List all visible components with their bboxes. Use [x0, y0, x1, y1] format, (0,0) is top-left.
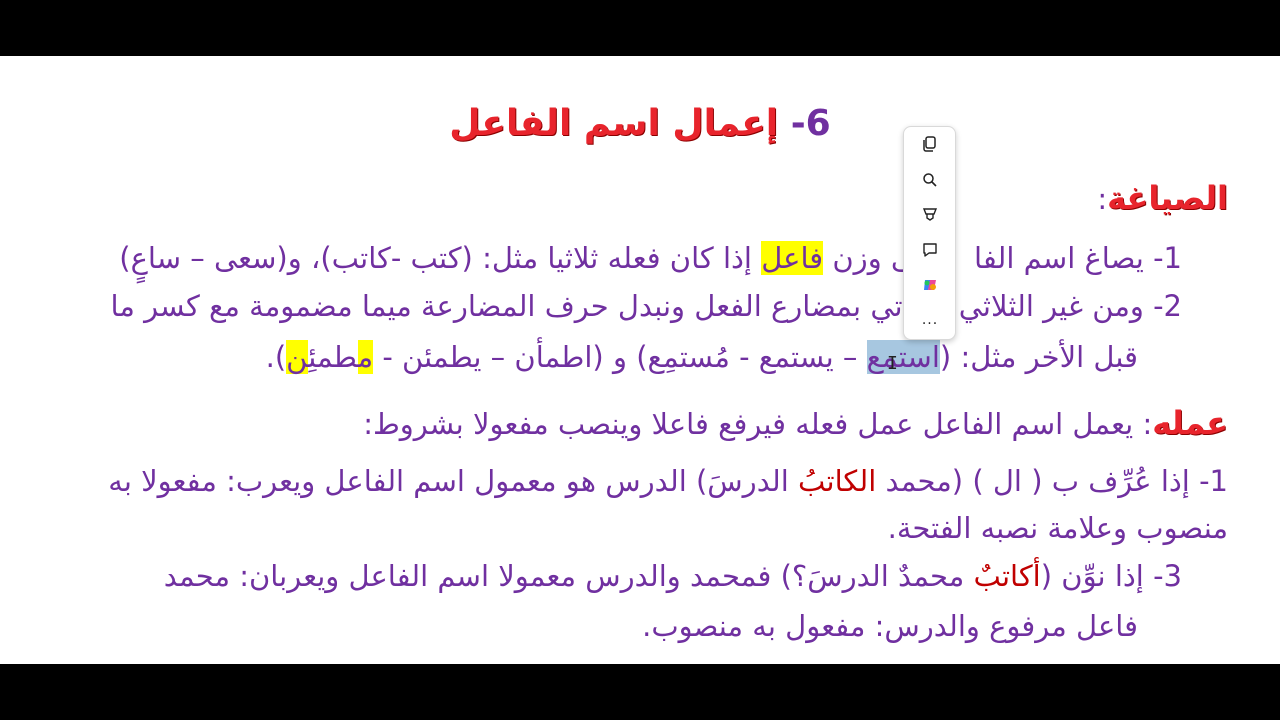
- text-line-7[interactable]: 3- إذا نوِّن (أكاتبٌ محمدٌ الدرسَ؟) فمحم…: [164, 556, 1182, 596]
- text-line-5[interactable]: 1- إذا عُرِّف ب ( ال ) (محمد الكاتبُ الد…: [108, 461, 1228, 501]
- comment-button[interactable]: [917, 237, 943, 263]
- heading-operation: عمله: [1152, 404, 1228, 442]
- text-cursor-icon: I: [887, 353, 898, 374]
- copilot-icon: [921, 276, 939, 294]
- text-line-8[interactable]: فاعل مرفوع والدرس: مفعول به منصوب.: [642, 606, 1138, 646]
- line2-part2: نأتي بمضارع الفعل ونبدل حرف المضارعة ميم…: [110, 289, 929, 323]
- highlighted-letter-m: م: [357, 340, 374, 374]
- line3-part3: طمئِ: [308, 340, 358, 374]
- line3-part1: قبل الأخر مثل: (: [939, 340, 1138, 374]
- line1-after: إذا كان فعله ثلاثيا مثل: (كتب -كاتب)، و(…: [119, 241, 762, 275]
- line2-part1: 2- ومن غير الثلاثي: [958, 289, 1182, 323]
- title-text: إعمال اسم الفاعل: [449, 103, 779, 144]
- search-icon: [921, 171, 939, 189]
- line5-part2: الدرسَ) الدرس هو معمول اسم الفاعل ويعرب:…: [108, 464, 799, 498]
- line1-before: 1- يصاغ اسم الفا: [974, 241, 1182, 275]
- text-line-3[interactable]: قبل الأخر مثل: (استمع – يستمع - مُستمِع)…: [266, 337, 1138, 377]
- heading-colon: :: [1097, 182, 1108, 216]
- search-button[interactable]: [917, 167, 943, 193]
- slide-content: 6- إعمال اسم الفاعل الصياغة: 1- يصاغ اسم…: [0, 56, 1280, 664]
- text-line-4[interactable]: عمله: يعمل اسم الفاعل عمل فعله فيرفع فاع…: [363, 403, 1228, 444]
- slide-title: 6- إعمال اسم الفاعل: [0, 100, 1280, 148]
- copilot-button[interactable]: [917, 272, 943, 298]
- heading-operation-colon: :: [1142, 407, 1153, 441]
- line4-text: يعمل اسم الفاعل عمل فعله فيرفع فاعلا وين…: [363, 407, 1134, 441]
- line3-part4: ).: [265, 340, 287, 374]
- red-word-akatib: أكاتبٌ: [973, 559, 1041, 593]
- highlighter-icon: [921, 206, 939, 224]
- selection-toolbar: ...: [903, 126, 956, 340]
- comment-icon: [921, 241, 939, 259]
- copy-button[interactable]: [917, 131, 943, 157]
- line6-text: منصوب وعلامة نصبه الفتحة.: [887, 511, 1228, 545]
- highlight-button[interactable]: [917, 202, 943, 228]
- highlighted-letter-n: ن: [286, 340, 309, 374]
- text-line-2[interactable]: 2- ومن غير الثلاثي نأتي بمضارع الفعل ونب…: [110, 286, 1182, 326]
- line3-part2: – يستمع - مُستمِع) و (اطمأن – يطمئن -: [373, 340, 867, 374]
- heading-formation-text: الصياغة: [1107, 179, 1228, 217]
- copy-icon: [921, 135, 939, 153]
- red-word-katib: الكاتبُ: [798, 464, 877, 498]
- more-options-button[interactable]: ...: [917, 307, 943, 333]
- heading-formation: الصياغة:: [1097, 178, 1228, 219]
- text-line-1[interactable]: 1- يصاغ اسم الفاعلى وزن فاعل إذا كان فعل…: [119, 238, 1182, 278]
- highlighted-word: فاعل: [761, 241, 824, 275]
- title-number: 6-: [790, 103, 831, 144]
- line8-text: فاعل مرفوع والدرس: مفعول به منصوب.: [642, 609, 1138, 643]
- text-line-6[interactable]: منصوب وعلامة نصبه الفتحة.: [888, 508, 1228, 548]
- line7-part2: محمدٌ الدرسَ؟) فمحمد والدرس معمولا اسم ا…: [163, 559, 974, 593]
- line7-part1: 3- إذا نوِّن (: [1040, 559, 1182, 593]
- line5-part1: 1- إذا عُرِّف ب ( ال ) (محمد: [876, 464, 1228, 498]
- selected-text[interactable]: استمع: [866, 340, 940, 374]
- more-icon: ...: [921, 312, 939, 328]
